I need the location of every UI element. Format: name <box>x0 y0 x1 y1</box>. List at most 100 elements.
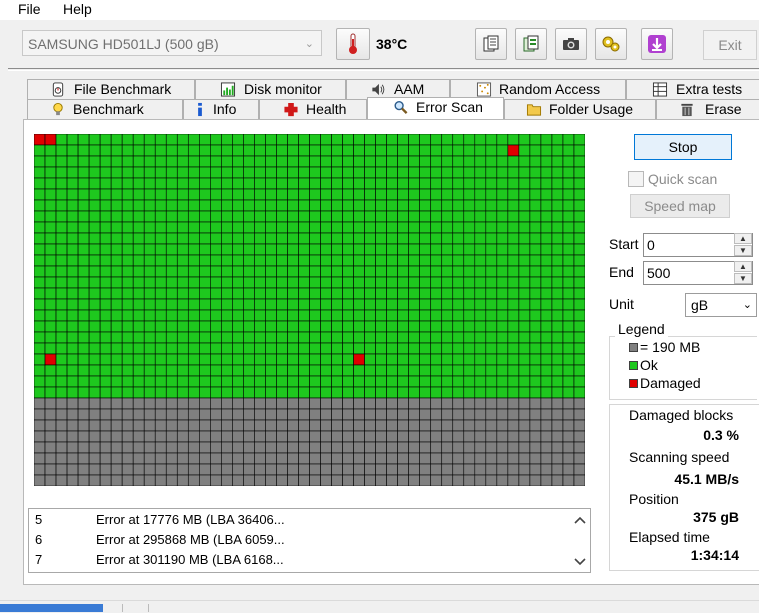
tab-random-access[interactable]: Random Access <box>450 79 626 99</box>
scan-block <box>154 353 167 366</box>
error-text: Error at 295868 MB (LBA 6059... <box>96 532 285 547</box>
scroll-up-icon[interactable] <box>574 516 586 524</box>
scan-block <box>386 254 398 267</box>
scan-block <box>441 430 454 443</box>
camera-icon <box>563 38 579 50</box>
scan-block <box>88 463 101 476</box>
minimize-to-tray-button[interactable] <box>641 28 673 60</box>
scan-block <box>298 353 310 366</box>
scan-block <box>562 386 575 399</box>
tab-error-scan[interactable]: Error Scan <box>367 97 504 119</box>
tab-disk-monitor[interactable]: Disk monitor <box>195 79 346 99</box>
scan-block <box>518 155 531 168</box>
scan-block <box>353 463 365 476</box>
scan-block <box>441 144 454 157</box>
scan-block <box>221 331 233 344</box>
spin-up-icon[interactable]: ▲ <box>734 261 752 272</box>
scan-block <box>210 155 222 168</box>
scan-block <box>430 265 443 278</box>
scan-block <box>55 134 68 146</box>
scan-block <box>353 364 365 377</box>
scan-block <box>551 265 564 278</box>
drive-select[interactable]: SAMSUNG HD501LJ (500 gB) ⌄ <box>22 30 322 56</box>
scan-block <box>386 210 398 223</box>
tab-aam[interactable]: AAM <box>346 79 450 99</box>
scan-block <box>507 309 520 322</box>
scan-block <box>386 232 398 245</box>
scan-block <box>397 452 409 465</box>
copy-text-button[interactable] <box>475 28 507 60</box>
unit-select[interactable]: gB ⌄ <box>685 293 757 317</box>
scan-block <box>331 199 343 212</box>
scan-block <box>143 210 156 223</box>
scan-block <box>176 166 189 179</box>
tab-file-benchmark[interactable]: File Benchmark <box>27 79 195 99</box>
scan-block <box>66 199 79 212</box>
scan-block <box>397 386 409 399</box>
scan-block <box>551 210 564 223</box>
scan-block <box>320 254 332 267</box>
end-spinner[interactable]: ▲ ▼ <box>734 261 752 285</box>
scan-block <box>287 254 299 267</box>
scan-block <box>243 276 255 289</box>
scan-block <box>66 276 79 289</box>
stop-button[interactable]: Stop <box>634 134 732 160</box>
scan-block <box>518 166 531 179</box>
scan-block <box>34 155 46 168</box>
scan-block <box>55 155 68 168</box>
tab-folder-usage[interactable]: Folder Usage <box>504 99 656 119</box>
scan-block <box>66 320 79 333</box>
scroll-down-icon[interactable] <box>574 558 586 566</box>
scan-block <box>386 188 398 201</box>
tab-benchmark[interactable]: Benchmark <box>27 99 183 119</box>
scan-block <box>243 397 255 410</box>
tab-erase[interactable]: Erase <box>656 99 759 119</box>
speed-map-button[interactable]: Speed map <box>630 194 730 218</box>
screenshot-button[interactable] <box>555 28 587 60</box>
scan-block <box>496 419 509 432</box>
scan-block <box>243 144 255 157</box>
tab-extra-tests[interactable]: Extra tests <box>626 79 759 99</box>
scan-block <box>55 375 68 388</box>
spin-down-icon[interactable]: ▼ <box>734 273 752 284</box>
start-spinner[interactable]: ▲ ▼ <box>734 233 752 257</box>
scan-block <box>353 144 365 157</box>
scan-block <box>132 309 145 322</box>
quick-scan-checkbox[interactable] <box>628 171 644 187</box>
scan-block <box>430 177 443 190</box>
scan-block <box>518 232 531 245</box>
scan-block <box>254 232 266 245</box>
menu-help[interactable]: Help <box>63 1 92 17</box>
tab-info[interactable]: Info <box>183 99 259 119</box>
scan-block <box>276 134 288 146</box>
scan-block <box>44 199 57 212</box>
scan-block <box>496 232 509 245</box>
temperature-button[interactable] <box>336 28 370 60</box>
scan-block <box>287 364 299 377</box>
scan-block <box>176 298 189 311</box>
scan-block <box>221 386 233 399</box>
scan-block <box>540 134 553 146</box>
scan-block <box>88 287 101 300</box>
options-button[interactable] <box>595 28 627 60</box>
scan-block <box>485 298 498 311</box>
scan-block <box>309 276 321 289</box>
error-list-scrollbar[interactable] <box>570 509 590 572</box>
scan-block <box>276 331 288 344</box>
scan-block <box>342 188 354 201</box>
scan-block <box>353 474 365 486</box>
tab-health[interactable]: Health <box>259 99 367 119</box>
menu-file[interactable]: File <box>18 1 41 17</box>
scan-block <box>441 342 454 355</box>
scan-block <box>353 375 365 388</box>
error-list[interactable]: 5 Error at 17776 MB (LBA 36406... 6 Erro… <box>28 508 591 573</box>
spin-up-icon[interactable]: ▲ <box>734 233 752 244</box>
scan-block <box>88 210 101 223</box>
scan-block <box>364 342 376 355</box>
scan-block <box>154 441 167 454</box>
scan-block <box>121 375 134 388</box>
exit-button[interactable]: Exit <box>703 30 757 60</box>
scan-block <box>287 144 299 157</box>
spin-down-icon[interactable]: ▼ <box>734 245 752 256</box>
copy-all-button[interactable] <box>515 28 547 60</box>
